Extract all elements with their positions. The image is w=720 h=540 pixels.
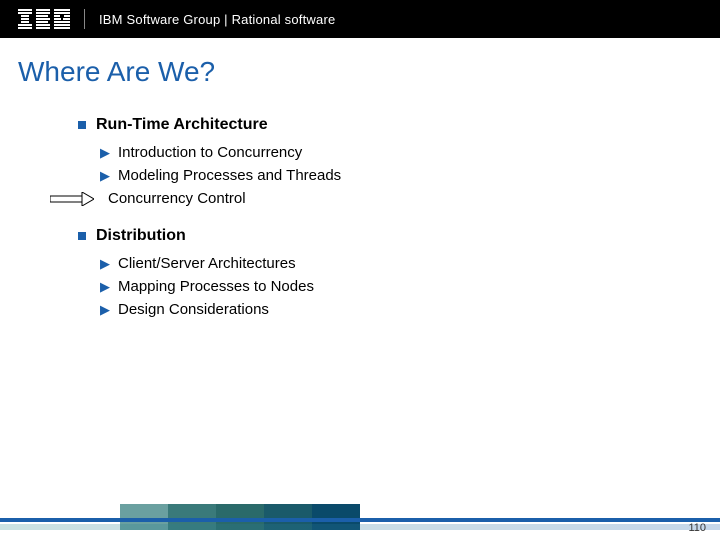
list-item-label: Mapping Processes to Nodes: [118, 278, 314, 295]
current-topic-arrow-icon: [50, 192, 94, 206]
square-bullet-icon: [78, 121, 86, 129]
arrow-bullet-icon: ▶: [100, 280, 110, 293]
header-divider: [84, 9, 85, 29]
list-item: ▶ Introduction to Concurrency: [100, 144, 720, 161]
footer: 110: [0, 500, 720, 540]
sub-list: ▶ Introduction to Concurrency ▶ Modeling…: [100, 144, 720, 207]
page-number: 110: [688, 522, 706, 534]
slide-title: Where Are We?: [0, 38, 720, 110]
arrow-bullet-icon: ▶: [100, 169, 110, 182]
list-item: ▶ Mapping Processes to Nodes: [100, 278, 720, 295]
ibm-logo: [18, 9, 70, 29]
list-item-current: Concurrency Control: [100, 190, 720, 207]
list-item-label: Modeling Processes and Threads: [118, 167, 341, 184]
square-bullet-icon: [78, 232, 86, 240]
section-heading: Distribution: [78, 227, 720, 245]
slide-body: Run-Time Architecture ▶ Introduction to …: [0, 116, 720, 318]
list-item-label: Introduction to Concurrency: [118, 144, 302, 161]
section-heading: Run-Time Architecture: [78, 116, 720, 134]
arrow-bullet-icon: ▶: [100, 257, 110, 270]
header-text: IBM Software Group | Rational software: [99, 12, 335, 27]
list-item: ▶ Design Considerations: [100, 301, 720, 318]
footer-stripe-light: [0, 524, 720, 530]
list-item: ▶ Client/Server Architectures: [100, 255, 720, 272]
section-heading-text: Run-Time Architecture: [96, 116, 268, 134]
list-item-label: Client/Server Architectures: [118, 255, 296, 272]
sub-list: ▶ Client/Server Architectures ▶ Mapping …: [100, 255, 720, 318]
section-heading-text: Distribution: [96, 227, 186, 245]
list-item: ▶ Modeling Processes and Threads: [100, 167, 720, 184]
list-item-label: Design Considerations: [118, 301, 269, 318]
list-item-label: Concurrency Control: [108, 190, 246, 207]
arrow-bullet-icon: ▶: [100, 303, 110, 316]
footer-stripe: [0, 518, 720, 522]
arrow-bullet-icon: ▶: [100, 146, 110, 159]
header-bar: IBM Software Group | Rational software: [0, 0, 720, 38]
